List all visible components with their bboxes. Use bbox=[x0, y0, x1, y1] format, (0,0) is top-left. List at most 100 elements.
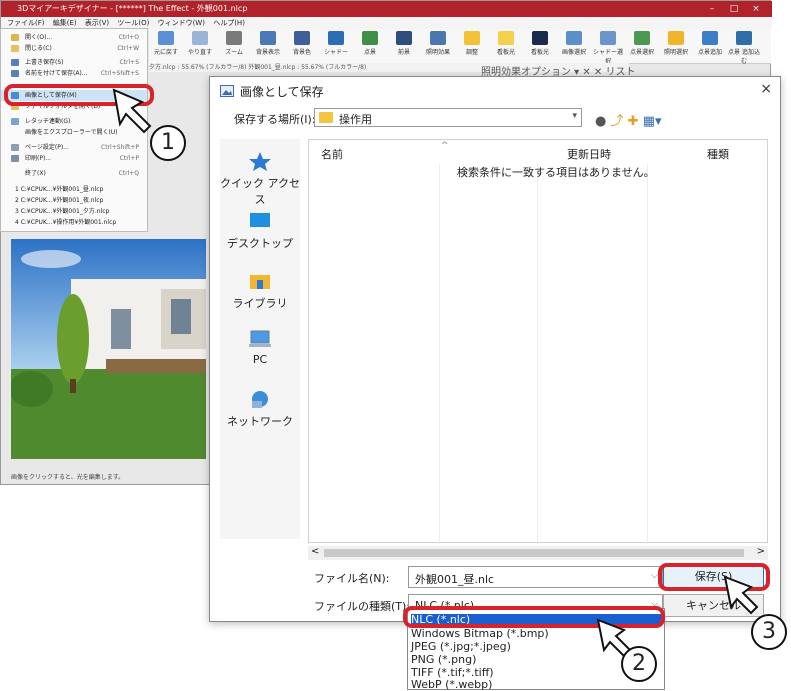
background-icon bbox=[260, 31, 276, 45]
toolbar-button[interactable]: 照明選択 bbox=[659, 31, 693, 56]
dialog-title: 画像として保存 bbox=[240, 85, 324, 99]
house-render bbox=[11, 239, 206, 459]
toolbar-button[interactable]: 画像選択 bbox=[557, 31, 591, 56]
place-quick-access[interactable]: クイック アクセス bbox=[220, 151, 300, 207]
light-select-icon bbox=[668, 31, 684, 45]
dialog-nav-icons[interactable]: ● ⤴ ✚ ▦▾ bbox=[595, 110, 662, 129]
lighting-icon bbox=[430, 31, 446, 45]
save-in-value: 操作用 bbox=[339, 113, 372, 126]
sign-light-dark-icon bbox=[532, 31, 548, 45]
picture-save-icon bbox=[220, 85, 234, 97]
menu-item-close[interactable]: 閉じる(C) Ctrl+W bbox=[1, 43, 147, 54]
save-in-label: 保存する場所(I): bbox=[234, 113, 316, 126]
step-badge-2: 2 bbox=[621, 646, 657, 682]
tree-icon bbox=[362, 31, 378, 45]
scroll-right-arrow[interactable]: > bbox=[757, 546, 765, 557]
toolbar-button[interactable]: 調整 bbox=[455, 31, 489, 56]
menu-help[interactable]: ヘルプ(H) bbox=[213, 19, 245, 27]
status-bar: 画像をクリックすると、光を編集します。 bbox=[11, 474, 125, 481]
toolbar-button[interactable]: 点景 bbox=[353, 31, 387, 56]
print-icon bbox=[11, 155, 19, 162]
place-desktop[interactable]: デスクトップ bbox=[220, 211, 300, 251]
new-folder-icon[interactable]: ✚ bbox=[628, 114, 639, 129]
menu-item-print[interactable]: 印刷(P)... Ctrl+P bbox=[1, 153, 147, 164]
undo-icon bbox=[158, 31, 174, 45]
filename-input[interactable]: 外観001_昼.nlc ⌵ bbox=[408, 566, 663, 588]
menu-item-exit[interactable]: 終了(X) Ctrl+Q bbox=[1, 168, 147, 179]
places-bar: クイック アクセス デスクトップ ライブラリ PC ネットワーク bbox=[220, 139, 300, 539]
sign-light-icon bbox=[498, 31, 514, 45]
filetype-label: ファイルの種類(T): bbox=[314, 600, 411, 613]
foreground-icon bbox=[396, 31, 412, 45]
open-folder-icon bbox=[11, 34, 19, 41]
column-header-modified[interactable]: 更新日時 bbox=[567, 146, 611, 162]
back-icon[interactable]: ● bbox=[595, 114, 606, 129]
lighting-options-strip: 照明効果オプション ▾ ✕ ✕ リスト bbox=[481, 67, 636, 78]
toolbar-button[interactable]: やり直す bbox=[183, 31, 217, 56]
toolbar-button[interactable]: 看板光 bbox=[523, 31, 557, 56]
toolbar-button[interactable]: シャドー選択 bbox=[591, 31, 625, 65]
add-point-icon bbox=[702, 31, 718, 45]
point-select-icon bbox=[634, 31, 650, 45]
app-titlebar: 3Dマイアーキデザイナー - [******] The Effect - 外観0… bbox=[1, 1, 772, 17]
place-pc[interactable]: PC bbox=[220, 329, 300, 366]
insert-point-icon bbox=[736, 31, 752, 45]
menu-window[interactable]: ウィンドウ(W) bbox=[158, 19, 205, 27]
filetype-option-webp[interactable]: WebP (*.webp) bbox=[411, 679, 661, 691]
menu-item-recent-3[interactable]: 3 C:¥CPUK...¥外観001_夕方.nlcp bbox=[1, 206, 147, 217]
chevron-down-icon[interactable]: ⌵ bbox=[651, 571, 658, 581]
column-divider bbox=[537, 164, 538, 544]
menu-file[interactable]: ファイル(F) bbox=[7, 19, 45, 27]
toolbar-button[interactable]: 点景追加 bbox=[693, 31, 727, 56]
column-header-type[interactable]: 種類 bbox=[707, 146, 729, 162]
zoom-icon bbox=[226, 31, 242, 45]
step-badge-1: 1 bbox=[150, 125, 186, 161]
menu-item-recent-4[interactable]: 4 C:¥CPUK...¥操作用¥外観001.nlcp bbox=[1, 217, 147, 228]
toolbar-button[interactable]: 元に戻す bbox=[149, 31, 183, 56]
toolbar-button[interactable]: 前景 bbox=[387, 31, 421, 56]
maximize-button[interactable]: □ bbox=[723, 1, 745, 17]
menu-item-recent-1[interactable]: 1 C:¥CPUK...¥外観001_昼.nlcp bbox=[1, 184, 147, 195]
menu-tools[interactable]: ツール(O) bbox=[117, 19, 149, 27]
menu-item-open[interactable]: 開く(O)... Ctrl+O bbox=[1, 32, 147, 43]
toolbar-button[interactable]: 背景色 bbox=[285, 31, 319, 56]
save-as-icon bbox=[11, 70, 19, 77]
pc-icon bbox=[249, 330, 271, 347]
place-library[interactable]: ライブラリ bbox=[220, 271, 300, 311]
toolbar-button[interactable]: シャドー bbox=[319, 31, 353, 56]
toolbar-button[interactable]: 背景表示 bbox=[251, 31, 285, 56]
rendered-house-image[interactable] bbox=[11, 239, 206, 459]
toolbar-button[interactable]: 看板光 bbox=[489, 31, 523, 56]
column-divider bbox=[647, 164, 648, 544]
column-header-name[interactable]: 名前 bbox=[321, 146, 343, 162]
view-menu-icon[interactable]: ▦▾ bbox=[643, 114, 662, 129]
toolbar-button[interactable]: ズーム bbox=[217, 31, 251, 56]
star-icon bbox=[249, 152, 271, 171]
menu-edit[interactable]: 編集(E) bbox=[53, 19, 77, 27]
scroll-left-arrow[interactable]: < bbox=[311, 546, 319, 557]
close-app-button[interactable]: × bbox=[745, 1, 767, 17]
close-folder-icon bbox=[11, 45, 19, 52]
menu-view[interactable]: 表示(V) bbox=[85, 19, 109, 27]
minimize-button[interactable]: – bbox=[701, 1, 723, 17]
place-network[interactable]: ネットワーク bbox=[220, 389, 300, 429]
toolbar-button[interactable]: 点景選択 bbox=[625, 31, 659, 56]
save-in-combobox[interactable]: 操作用 ▾ bbox=[314, 108, 582, 127]
menu-item-save-as[interactable]: 名前を付けて保存(A)... Ctrl+Shift+S bbox=[1, 68, 147, 79]
file-list[interactable]: 名前 ^ 更新日時 種類 検索条件に一致する項目はありません。 bbox=[308, 139, 768, 544]
step-badge-3: 3 bbox=[751, 614, 787, 650]
dialog-close-button[interactable]: × bbox=[760, 81, 772, 97]
up-folder-icon[interactable]: ⤴ bbox=[610, 114, 623, 129]
shadow-icon bbox=[328, 31, 344, 45]
menu-item-save[interactable]: 上書き保存(S) Ctrl+S bbox=[1, 57, 147, 68]
scrollbar-thumb[interactable] bbox=[324, 549, 744, 557]
toolbar-button[interactable]: 照明効果 bbox=[421, 31, 455, 56]
cursor-arrow-icon bbox=[723, 575, 759, 615]
desktop-icon bbox=[250, 213, 270, 227]
filename-label: ファイル名(N): bbox=[314, 572, 390, 585]
menu-item-recent-2[interactable]: 2 C:¥CPUK...¥外観001_夜.nlcp bbox=[1, 195, 147, 206]
adjust-icon bbox=[464, 31, 480, 45]
image-select-icon bbox=[566, 31, 582, 45]
horizontal-scrollbar[interactable]: < > bbox=[308, 546, 768, 560]
toolbar-button[interactable]: 点景 追加込む bbox=[727, 31, 761, 65]
